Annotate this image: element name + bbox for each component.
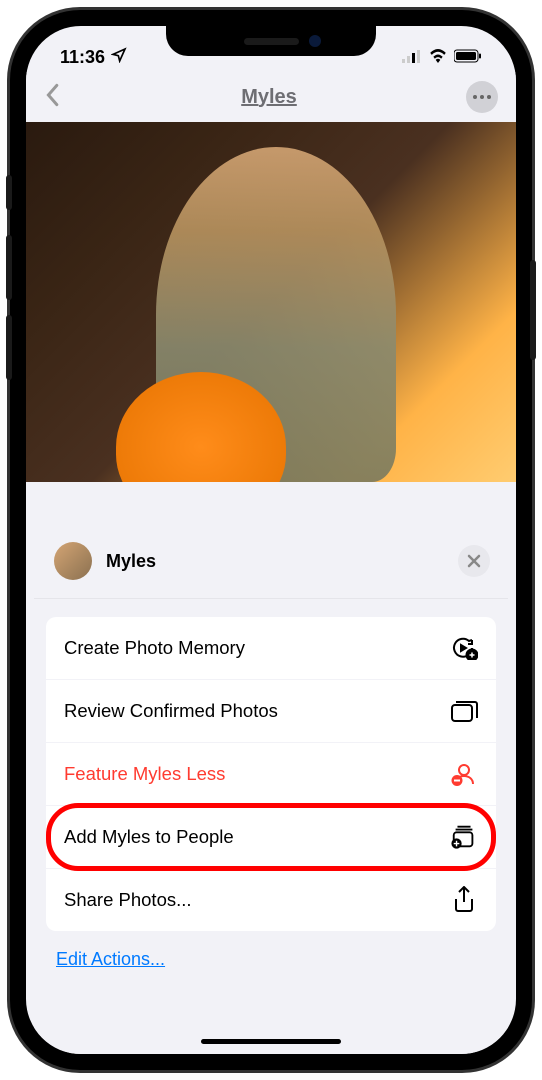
avatar bbox=[54, 542, 92, 580]
review-photos-row[interactable]: Review Confirmed Photos bbox=[46, 680, 496, 743]
volume-up-button bbox=[6, 235, 12, 300]
action-label: Add Myles to People bbox=[64, 826, 234, 848]
home-indicator[interactable] bbox=[201, 1039, 341, 1044]
person-minus-icon bbox=[450, 761, 478, 787]
share-photos-row[interactable]: Share Photos... bbox=[46, 869, 496, 931]
feature-less-row[interactable]: Feature Myles Less bbox=[46, 743, 496, 806]
add-to-people-row[interactable]: Add Myles to People bbox=[46, 806, 496, 869]
phone-frame: 11:36 Myles bbox=[10, 10, 532, 1070]
edit-actions-link[interactable]: Edit Actions... bbox=[34, 931, 508, 988]
action-label: Share Photos... bbox=[64, 889, 192, 911]
nav-bar: Myles bbox=[26, 72, 516, 122]
location-arrow-icon bbox=[111, 47, 127, 68]
front-camera bbox=[309, 35, 321, 47]
sheet-person-name: Myles bbox=[106, 551, 458, 572]
wifi-icon bbox=[428, 47, 448, 68]
screen: 11:36 Myles bbox=[26, 26, 516, 1054]
action-label: Feature Myles Less bbox=[64, 763, 225, 785]
close-button[interactable] bbox=[458, 545, 490, 577]
battery-icon bbox=[454, 47, 482, 68]
volume-down-button bbox=[6, 315, 12, 380]
power-button bbox=[530, 260, 536, 360]
speaker bbox=[244, 38, 299, 45]
status-right bbox=[402, 47, 482, 68]
status-left: 11:36 bbox=[60, 47, 127, 68]
mute-switch bbox=[6, 175, 12, 210]
person-photo bbox=[26, 122, 516, 482]
back-button[interactable] bbox=[44, 83, 72, 112]
action-sheet: Myles Create Photo Memory Review Confirm… bbox=[34, 524, 508, 1054]
action-list: Create Photo Memory Review Confirmed Pho… bbox=[46, 617, 496, 931]
action-label: Review Confirmed Photos bbox=[64, 700, 278, 722]
photo-stack-icon bbox=[450, 698, 478, 724]
memory-play-icon bbox=[450, 635, 478, 661]
cellular-signal-icon bbox=[402, 47, 422, 68]
more-options-button[interactable] bbox=[466, 81, 498, 113]
share-icon bbox=[450, 887, 478, 913]
notch bbox=[166, 26, 376, 56]
create-memory-row[interactable]: Create Photo Memory bbox=[46, 617, 496, 680]
sheet-header: Myles bbox=[34, 524, 508, 599]
add-to-collection-icon bbox=[450, 824, 478, 850]
action-label: Create Photo Memory bbox=[64, 637, 245, 659]
page-title: Myles bbox=[72, 86, 466, 109]
status-time: 11:36 bbox=[60, 47, 105, 68]
